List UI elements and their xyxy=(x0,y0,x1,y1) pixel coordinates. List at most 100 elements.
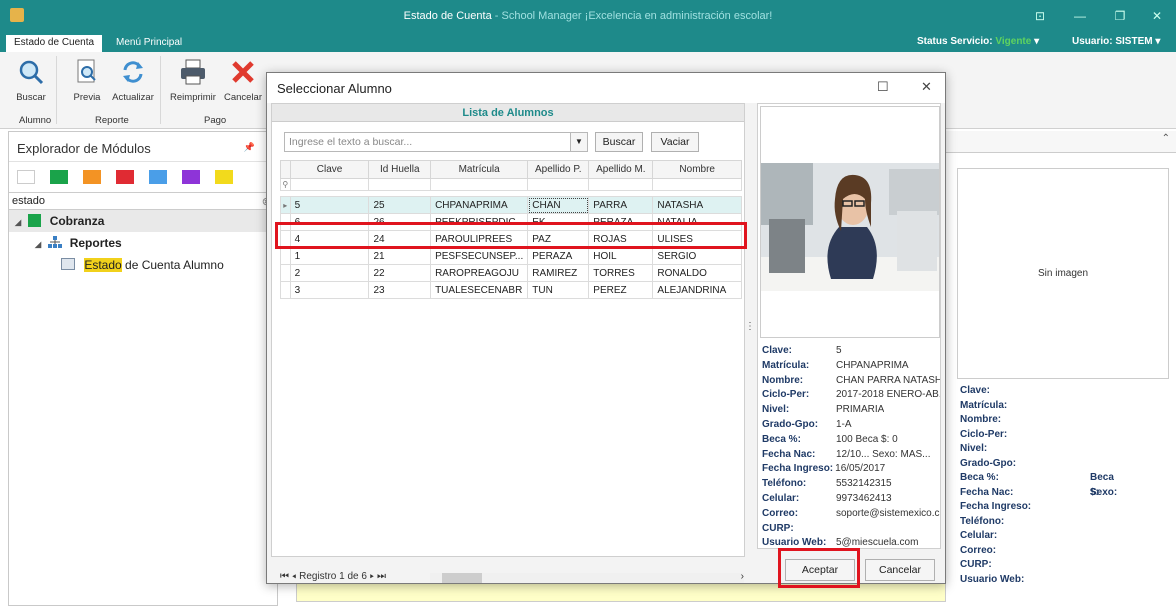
cell-clave[interactable]: 5 xyxy=(289,196,370,214)
column-header-apellido-m[interactable]: Apellido M. xyxy=(588,160,654,179)
column-header-apellido-p[interactable]: Apellido P. xyxy=(527,160,590,179)
filter-cell[interactable] xyxy=(588,178,654,191)
cell-apellido-p[interactable]: PERAZA xyxy=(527,247,590,265)
chevron-up-icon[interactable]: ⌃ xyxy=(1162,133,1170,144)
collapse-arrow-icon[interactable]: ◢ xyxy=(35,240,45,249)
cell-matricula[interactable]: CHPANAPRIMA xyxy=(430,196,529,214)
filter-cell[interactable] xyxy=(368,178,432,191)
cell-nombre[interactable]: NATASHA xyxy=(652,196,742,214)
buscar-button[interactable]: Buscar xyxy=(8,58,54,110)
color-swatch-purple[interactable] xyxy=(182,170,200,184)
scroll-right-icon[interactable]: › xyxy=(741,571,744,582)
tab-estado-de-cuenta[interactable]: Estado de Cuenta xyxy=(6,35,103,52)
next-page-icon[interactable]: ▸ xyxy=(370,571,375,582)
table-row[interactable]: 2 22 RAROPREAGOJU RAMIREZ TORRES RONALDO xyxy=(280,264,742,282)
color-swatch-orange[interactable] xyxy=(83,170,101,184)
cell-id-huella[interactable]: 21 xyxy=(368,247,432,265)
cell-clave[interactable]: 3 xyxy=(289,281,370,299)
minimize-icon[interactable]: — xyxy=(1065,6,1095,26)
cell-matricula[interactable]: PESFSECUNSEP... xyxy=(430,247,529,265)
service-status-label: Status Servicio: xyxy=(917,36,993,47)
user-status[interactable]: Usuario: SISTEM ▾ xyxy=(1072,36,1160,47)
cell-id-huella[interactable]: 25 xyxy=(368,196,432,214)
first-page-icon[interactable]: ⏮ xyxy=(280,571,289,582)
cancel-button[interactable]: Cancelar xyxy=(865,559,935,581)
clear-button[interactable]: Vaciar xyxy=(651,132,699,152)
accept-button-highlight xyxy=(778,548,860,588)
prev-page-icon[interactable]: ◂ xyxy=(292,571,297,582)
explorer-search-input[interactable]: estado ⊗ xyxy=(9,192,277,210)
filter-cell[interactable] xyxy=(289,178,370,191)
cell-id-huella[interactable]: 23 xyxy=(368,281,432,299)
buscar-label: Buscar xyxy=(16,92,46,103)
tree-item-reportes[interactable]: ◢ Reportes xyxy=(9,232,277,254)
select-student-dialog: Seleccionar Alumno ☐ ✕ Lista de Alumnos … xyxy=(266,72,946,584)
cell-apellido-m[interactable]: TORRES xyxy=(588,264,654,282)
color-swatch-blue[interactable] xyxy=(149,170,167,184)
color-swatch-white[interactable] xyxy=(17,170,35,184)
student-search-input[interactable]: Ingrese el texto a buscar... xyxy=(284,132,576,152)
detail-row: CURP: xyxy=(762,522,940,537)
cell-apellido-p[interactable]: TUN xyxy=(527,281,590,299)
field-row: Fecha Nac: Sexo: xyxy=(960,486,1117,501)
filter-cell[interactable] xyxy=(527,178,590,191)
help-icon[interactable]: ⊡ xyxy=(1025,6,1055,26)
filter-cell[interactable] xyxy=(430,178,529,191)
detail-row: Clave: 5 xyxy=(762,344,940,359)
tree-item-label: Reportes xyxy=(69,236,122,250)
color-swatch-yellow[interactable] xyxy=(215,170,233,184)
cell-apellido-m[interactable]: HOIL xyxy=(588,247,654,265)
cell-clave[interactable]: 2 xyxy=(289,264,370,282)
maximize-icon[interactable]: ☐ xyxy=(877,79,889,95)
previa-button[interactable]: Previa xyxy=(64,58,110,110)
panel-splitter-icon[interactable]: ⋮ xyxy=(745,321,755,332)
collapse-arrow-icon[interactable]: ◢ xyxy=(15,218,25,227)
window-title-text: Estado de Cuenta xyxy=(403,10,492,22)
column-header-nombre[interactable]: Nombre xyxy=(652,160,742,179)
last-page-icon[interactable]: ⏭ xyxy=(377,571,386,582)
cell-nombre[interactable]: SERGIO xyxy=(652,247,742,265)
detail-label: Nombre: xyxy=(762,374,804,386)
cell-apellido-m[interactable]: PARRA xyxy=(588,196,654,214)
cell-matricula[interactable]: RAROPREAGOJU xyxy=(430,264,529,282)
cell-matricula[interactable]: TUALESECENABR xyxy=(430,281,529,299)
cell-apellido-m[interactable]: PEREZ xyxy=(588,281,654,299)
scrollbar-thumb[interactable] xyxy=(442,573,482,583)
tree-item-estado-cuenta-alumno[interactable]: Estado de Cuenta Alumno xyxy=(9,254,277,276)
tree-item-cobranza[interactable]: ◢ Cobranza xyxy=(9,210,277,232)
list-title: Lista de Alumnos xyxy=(272,104,744,122)
search-button[interactable]: Buscar xyxy=(595,132,643,152)
cell-id-huella[interactable]: 22 xyxy=(368,264,432,282)
cell-nombre[interactable]: RONALDO xyxy=(652,264,742,282)
tab-menu-principal[interactable]: Menú Principal xyxy=(108,35,190,52)
color-swatch-red[interactable] xyxy=(116,170,134,184)
maximize-icon[interactable]: ❐ xyxy=(1105,6,1135,26)
filter-row[interactable]: ⚲ xyxy=(280,178,742,191)
pager-status: Registro 1 de 6 xyxy=(299,571,367,582)
cell-apellido-p[interactable]: RAMIREZ xyxy=(527,264,590,282)
field-label: Grado-Gpo: xyxy=(960,457,1017,469)
detail-value: CHAN PARRA NATASHA xyxy=(836,374,940,386)
close-icon[interactable]: ✕ xyxy=(921,79,932,95)
table-row[interactable]: ▸ 5 25 CHPANAPRIMA CHAN PARRA NATASHA xyxy=(280,196,742,214)
reimprimir-button[interactable]: Reimprimir xyxy=(170,58,216,110)
search-dropdown-icon[interactable]: ▼ xyxy=(570,132,588,152)
service-status[interactable]: Status Servicio: Vigente ▾ xyxy=(917,36,1039,47)
column-header-matricula[interactable]: Matrícula xyxy=(430,160,529,179)
filter-cell[interactable] xyxy=(652,178,742,191)
search-icon xyxy=(16,58,46,86)
column-header-clave[interactable]: Clave xyxy=(289,160,370,179)
field-label: Fecha Nac: xyxy=(960,486,1014,498)
cell-clave[interactable]: 1 xyxy=(289,247,370,265)
pin-icon[interactable]: 📌 xyxy=(244,142,255,153)
color-swatch-green[interactable] xyxy=(50,170,68,184)
cell-nombre[interactable]: ALEJANDRINA xyxy=(652,281,742,299)
cancelar-ribbon-button[interactable]: Cancelar xyxy=(220,58,266,110)
close-window-icon[interactable]: ✕ xyxy=(1142,6,1172,26)
actualizar-button[interactable]: Actualizar xyxy=(110,58,156,110)
cell-apellido-p[interactable]: CHAN xyxy=(527,196,590,214)
table-row[interactable]: 1 21 PESFSECUNSEP... PERAZA HOIL SERGIO xyxy=(280,247,742,265)
column-header-id-huella[interactable]: Id Huella xyxy=(368,160,432,179)
tree-item-highlight: Estado xyxy=(84,258,122,272)
table-row[interactable]: 3 23 TUALESECENABR TUN PEREZ ALEJANDRINA xyxy=(280,281,742,299)
